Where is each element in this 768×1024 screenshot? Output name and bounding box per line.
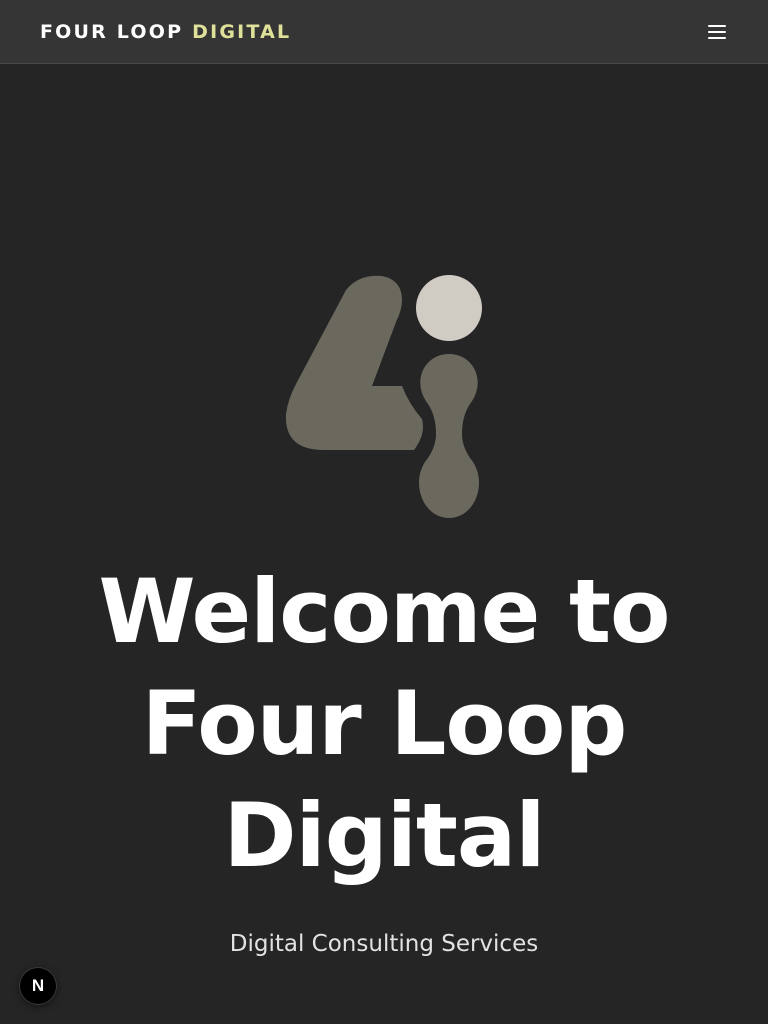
logo-link-shape [418,354,480,518]
brand-name-four-loop: FOUR LOOP [40,21,184,43]
menu-bar-top [708,25,726,27]
hero-subtitle: Digital Consulting Services [229,931,539,957]
hamburger-menu-icon[interactable] [708,25,726,39]
site-header: FOUR LOOP DIGITAL [0,0,768,64]
logo-light-dot [416,275,482,341]
nextjs-dev-indicator-icon[interactable]: N [20,968,56,1004]
hero-title-line-1: Welcome to [98,560,671,663]
brand-name-digital: DIGITAL [192,21,292,43]
logo-four-shape [285,275,423,450]
menu-bar-bottom [708,37,726,39]
menu-bar-middle [708,31,726,33]
hero-title-line-3: Digital [223,784,546,887]
four-loop-digital-logo [285,275,482,518]
brand-logo-link[interactable]: FOUR LOOP DIGITAL [40,20,291,44]
hero-title-line-2: Four Loop [141,672,628,775]
hero-title: Welcome to Four Loop Digital [40,556,728,892]
